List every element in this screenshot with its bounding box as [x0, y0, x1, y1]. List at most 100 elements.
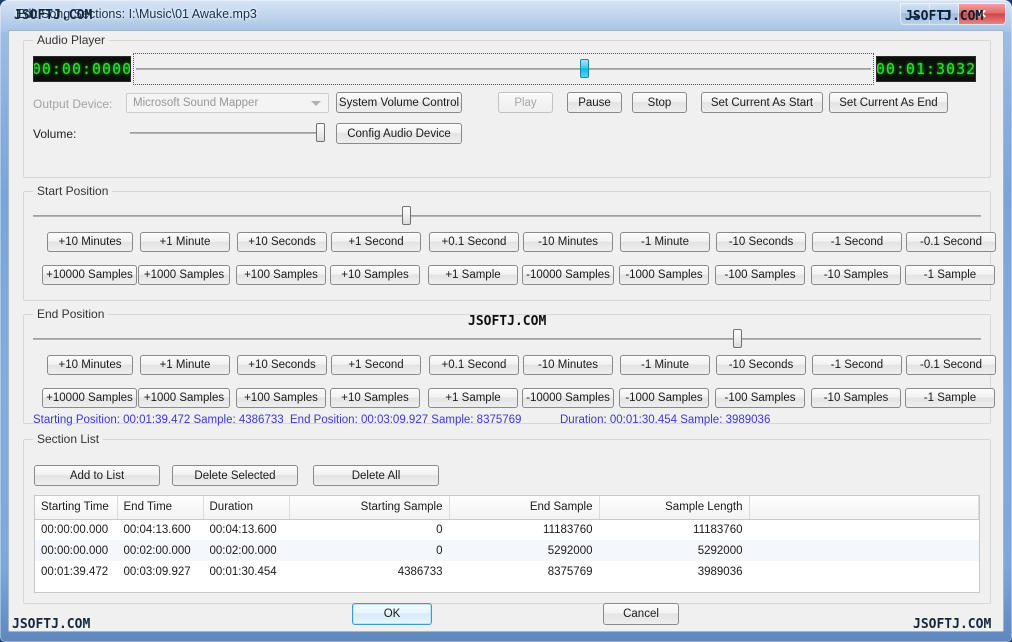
start-sample-button-3[interactable]: +10 Samples: [330, 265, 420, 285]
stop-button[interactable]: Stop: [632, 92, 687, 113]
end-sample-button-3[interactable]: +10 Samples: [330, 388, 420, 408]
end-sample-button-4[interactable]: +1 Sample: [428, 388, 518, 408]
cell-end_sample: 8375769: [547, 565, 593, 578]
start-time-button-2[interactable]: +10 Seconds: [237, 232, 327, 252]
start-time-button-6[interactable]: -1 Minute: [620, 232, 710, 252]
end-time-button-2[interactable]: +10 Seconds: [237, 355, 327, 375]
column-header-starting_sample[interactable]: Starting Sample: [289, 496, 450, 520]
end-time-button-9[interactable]: -0.1 Second: [906, 355, 996, 375]
end-sample-button-6[interactable]: -1000 Samples: [619, 388, 709, 408]
table-row[interactable]: 00:00:00.000 00:02:00.000 00:02:00.000 0 529…: [35, 540, 979, 561]
start-time-button-7[interactable]: -10 Seconds: [716, 232, 806, 252]
section-list-group-title: Section List: [33, 432, 104, 446]
column-header-spacer[interactable]: [749, 496, 979, 520]
start-time-button-1[interactable]: +1 Minute: [140, 232, 230, 252]
window-controls[interactable]: ✕: [900, 3, 1006, 25]
end-sample-button-2[interactable]: +100 Samples: [236, 388, 326, 408]
start-sample-button-2[interactable]: +100 Samples: [236, 265, 326, 285]
end-time-button-3[interactable]: +1 Second: [331, 355, 421, 375]
cell-end_sample: 11183760: [543, 523, 593, 536]
cell-starting_sample: 0: [436, 523, 443, 536]
config-audio-device-button[interactable]: Config Audio Device: [336, 123, 462, 144]
playback-slider-thumb[interactable]: [580, 59, 590, 78]
start-time-button-3[interactable]: +1 Second: [331, 232, 421, 252]
delete-selected-button[interactable]: Delete Selected: [172, 465, 298, 486]
cancel-button[interactable]: Cancel: [603, 603, 679, 625]
set-current-as-end-button[interactable]: Set Current As End: [829, 92, 948, 113]
end-time-button-4[interactable]: +0.1 Second: [429, 355, 519, 375]
end-time-button-0[interactable]: +10 Minutes: [47, 355, 133, 375]
playback-position-slider[interactable]: [133, 53, 874, 85]
end-position-info: End Position: 00:03:09.927 Sample: 83757…: [290, 414, 522, 426]
end-time-button-8[interactable]: -1 Second: [812, 355, 902, 375]
end-sample-button-5[interactable]: -10000 Samples: [522, 388, 614, 408]
end-sample-button-0[interactable]: +10000 Samples: [42, 388, 137, 408]
start-sample-button-0[interactable]: +10000 Samples: [42, 265, 137, 285]
end-sample-button-7[interactable]: -100 Samples: [715, 388, 805, 408]
start-time-button-4[interactable]: +0.1 Second: [429, 232, 519, 252]
start-sample-button-5[interactable]: -10000 Samples: [522, 265, 614, 285]
end-sample-button-1[interactable]: +1000 Samples: [138, 388, 230, 408]
set-current-as-start-button[interactable]: Set Current As Start: [701, 92, 823, 113]
output-device-label: Output Device:: [33, 97, 113, 111]
start-position-slider[interactable]: [33, 205, 981, 227]
close-button[interactable]: ✕: [959, 4, 1005, 24]
cell-starting_time: 00:00:00.000: [35, 540, 117, 561]
end-position-slider-thumb[interactable]: [732, 329, 742, 348]
start-time-button-9[interactable]: -0.1 Second: [906, 232, 996, 252]
start-time-button-5[interactable]: -10 Minutes: [523, 232, 613, 252]
table-row[interactable]: 00:00:00.000 00:04:13.600 00:04:13.600 0 111…: [35, 519, 979, 540]
start-time-button-8[interactable]: -1 Second: [812, 232, 902, 252]
maximize-button[interactable]: [930, 4, 959, 24]
end-time-button-6[interactable]: -1 Minute: [620, 355, 710, 375]
minimize-button[interactable]: [901, 4, 930, 24]
volume-slider-thumb[interactable]: [316, 123, 325, 142]
section-table-head: Starting Time End Time Duration Starting Sa…: [35, 496, 979, 520]
play-button[interactable]: Play: [498, 92, 553, 113]
volume-slider[interactable]: [130, 123, 325, 143]
end-time-button-5[interactable]: -10 Minutes: [523, 355, 613, 375]
current-position-lcd-value: 00:00:0000: [33, 59, 131, 78]
end-sample-button-8[interactable]: -10 Samples: [811, 388, 901, 408]
ok-button[interactable]: OK: [352, 603, 432, 625]
cell-end_time: 00:02:00.000: [117, 540, 203, 561]
column-header-duration[interactable]: Duration: [203, 496, 290, 520]
cell-end_time: 00:04:13.600: [123, 523, 191, 536]
title-bar[interactable]: Edit Song Sections: I:\Music\01 Awake.mp…: [0, 0, 1012, 30]
total-duration-lcd-value: 00:01:3032: [876, 59, 976, 78]
cell-sample_length: 5292000: [599, 540, 749, 561]
start-sample-button-6[interactable]: -1000 Samples: [619, 265, 709, 285]
end-sample-button-9[interactable]: -1 Sample: [905, 388, 995, 408]
close-icon: ✕: [976, 7, 988, 21]
cell-end_sample: 5292000: [449, 540, 599, 561]
add-to-list-button[interactable]: Add to List: [34, 465, 160, 486]
start-sample-button-8[interactable]: -10 Samples: [811, 265, 901, 285]
minimize-icon: [910, 16, 920, 18]
system-volume-control-button[interactable]: System Volume Control: [336, 92, 462, 113]
column-header-starting_time[interactable]: Starting Time: [35, 496, 118, 520]
section-list-table[interactable]: Starting Time End Time Duration Starting Sa…: [34, 495, 980, 593]
start-sample-button-1[interactable]: +1000 Samples: [138, 265, 230, 285]
column-header-end_sample[interactable]: End Sample: [449, 496, 600, 520]
cell-duration: 00:04:13.600: [209, 523, 277, 536]
dialog-client-area: Audio Player 88:88:8888 00:00:0000 88:88…: [8, 30, 1004, 632]
end-position-slider[interactable]: [33, 328, 981, 350]
output-device-select[interactable]: Microsoft Sound Mapper: [126, 93, 329, 113]
column-header-sample_length[interactable]: Sample Length: [599, 496, 750, 520]
window-title: Edit Song Sections: I:\Music\01 Awake.mp…: [16, 7, 257, 21]
start-time-button-0[interactable]: +10 Minutes: [47, 232, 133, 252]
volume-label: Volume:: [33, 127, 77, 141]
column-header-end_time[interactable]: End Time: [117, 496, 204, 520]
output-device-value: Microsoft Sound Mapper: [133, 97, 259, 109]
end-time-button-7[interactable]: -10 Seconds: [716, 355, 806, 375]
start-sample-button-9[interactable]: -1 Sample: [905, 265, 995, 285]
start-sample-button-4[interactable]: +1 Sample: [428, 265, 518, 285]
pause-button[interactable]: Pause: [567, 92, 622, 113]
end-time-button-1[interactable]: +1 Minute: [140, 355, 230, 375]
start-sample-button-7[interactable]: -100 Samples: [715, 265, 805, 285]
table-row[interactable]: 00:01:39.472 00:03:09.927 00:01:30.454 4386…: [35, 561, 979, 582]
cell-sample_length: 11183760: [693, 523, 743, 536]
start-position-slider-thumb[interactable]: [402, 206, 412, 225]
cell-sample_length: 3989036: [697, 565, 743, 578]
delete-all-button[interactable]: Delete All: [313, 465, 439, 486]
